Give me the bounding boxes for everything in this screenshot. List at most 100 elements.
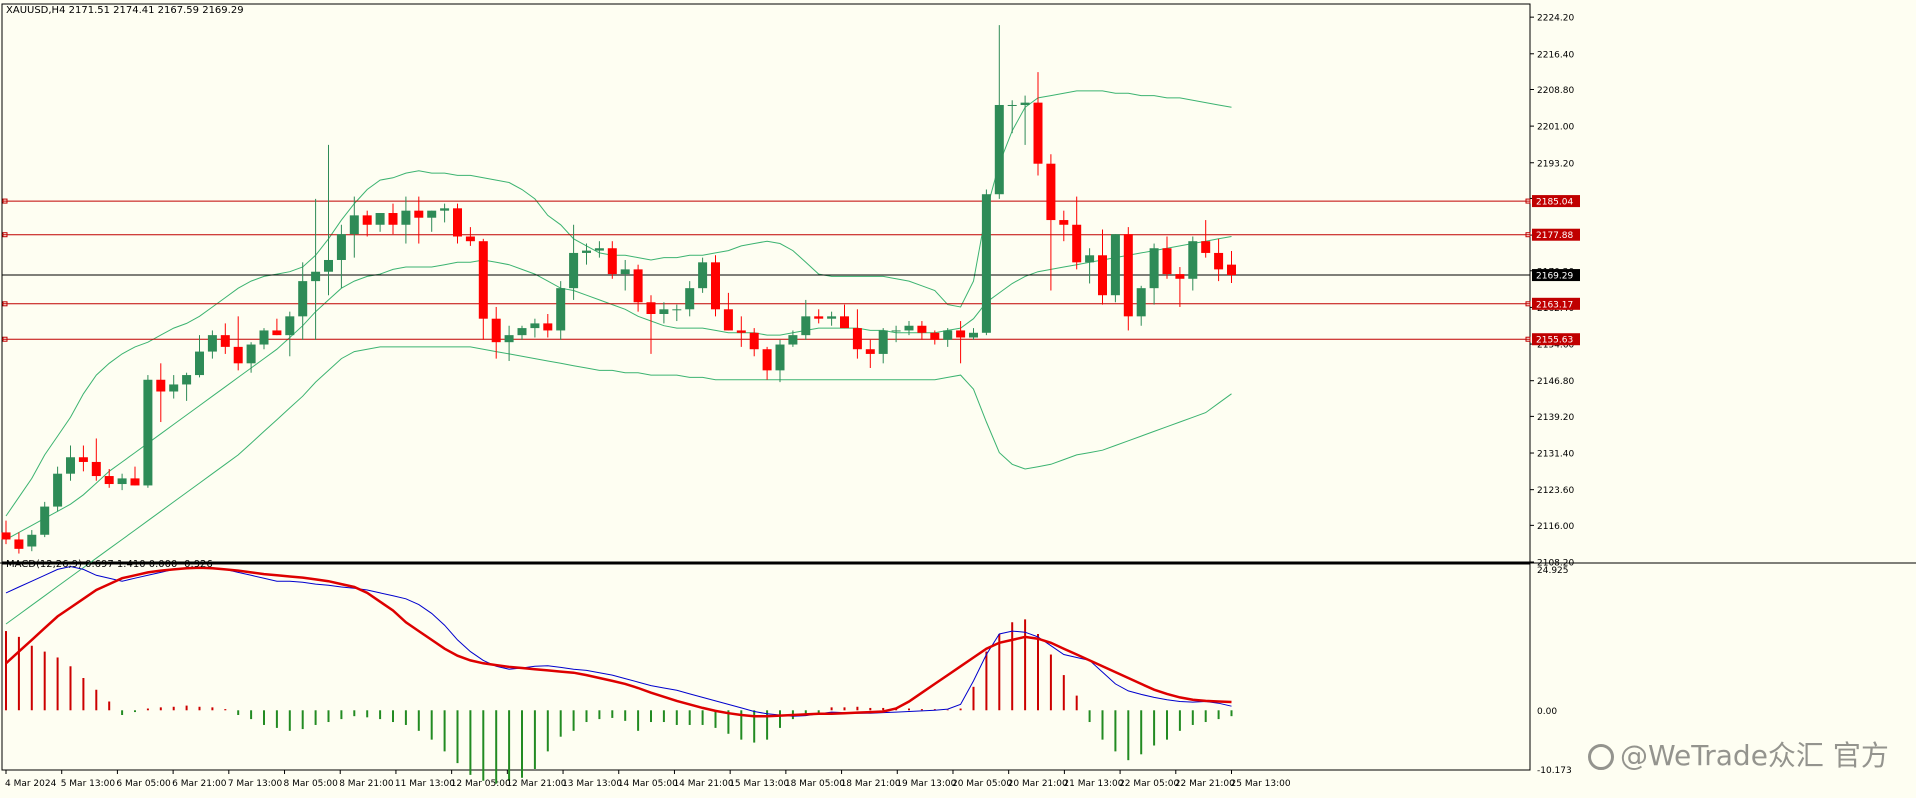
symbol-header: XAUUSD,H4 2171.51 2174.41 2167.59 2169.2… bbox=[6, 5, 244, 16]
bear-candle-body bbox=[711, 262, 720, 310]
bear-candle-body bbox=[1059, 220, 1069, 225]
price-axis-label: 2224.20 bbox=[1537, 14, 1574, 24]
bear-candle-body bbox=[917, 325, 927, 333]
bull-candle-body bbox=[1110, 234, 1120, 296]
bear-candle-body bbox=[633, 269, 643, 303]
bull-candle-body bbox=[969, 332, 978, 338]
wetrade-logo-icon bbox=[1588, 744, 1614, 770]
bull-candle-body bbox=[827, 316, 837, 319]
bull-candle-body bbox=[182, 375, 192, 385]
time-axis-label: 11 Mar 13:00 bbox=[395, 779, 455, 789]
time-axis-label: 7 Mar 13:00 bbox=[228, 779, 283, 789]
bull-candle-body bbox=[981, 194, 991, 333]
bull-candle-body bbox=[169, 384, 179, 392]
bull-candle-body bbox=[375, 213, 385, 225]
time-axis-label: 8 Mar 05:00 bbox=[284, 779, 339, 789]
macd-axis-label: -10.173 bbox=[1537, 766, 1572, 776]
bear-candle-body bbox=[1201, 241, 1211, 253]
bull-candle-body bbox=[1136, 288, 1146, 317]
bear-candle-body bbox=[130, 478, 140, 486]
time-axis-label: 12 Mar 05:00 bbox=[451, 779, 511, 789]
bull-candle-body bbox=[556, 288, 566, 331]
time-axis-label: 4 Mar 2024 bbox=[5, 779, 57, 789]
bear-candle-body bbox=[543, 323, 553, 331]
bear-candle-body bbox=[1175, 274, 1185, 279]
macd-axis-label: 24.925 bbox=[1537, 566, 1569, 576]
bear-candle-body bbox=[865, 349, 875, 354]
level-price-label: 2177.88 bbox=[1536, 231, 1573, 241]
bull-candle-body bbox=[1149, 248, 1159, 289]
price-axis-label: 2193.20 bbox=[1537, 159, 1574, 169]
bear-candle-body bbox=[930, 332, 940, 340]
bull-candle-body bbox=[66, 457, 75, 474]
macd-header: MACD(12,26,9) 0.697 1.410 0.000 -0.926 bbox=[6, 559, 213, 570]
current-price-label: 2169.29 bbox=[1536, 272, 1573, 282]
bear-candle-body bbox=[814, 316, 824, 319]
time-axis-label: 18 Mar 05:00 bbox=[785, 779, 845, 789]
bull-candle-body bbox=[1188, 241, 1198, 279]
bear-candle-body bbox=[91, 461, 101, 477]
bull-candle-body bbox=[891, 330, 901, 332]
price-axis-label: 2123.60 bbox=[1537, 486, 1574, 496]
bear-candle-body bbox=[1162, 248, 1172, 275]
bear-candle-body bbox=[478, 241, 488, 319]
bull-candle-body bbox=[904, 325, 914, 331]
time-axis-label: 14 Mar 21:00 bbox=[673, 779, 733, 789]
bull-candle-body bbox=[504, 335, 514, 343]
price-axis-label: 2146.80 bbox=[1537, 377, 1574, 387]
bull-candle-body bbox=[401, 210, 411, 225]
time-axis-label: 14 Mar 05:00 bbox=[618, 779, 678, 789]
bull-candle-body bbox=[672, 309, 682, 311]
bull-candle-body bbox=[53, 473, 63, 507]
bull-candle-body bbox=[40, 506, 50, 535]
bull-candle-body bbox=[1007, 104, 1017, 106]
bear-candle-body bbox=[1072, 224, 1082, 263]
bull-candle-body bbox=[1020, 102, 1030, 105]
time-axis-label: 22 Mar 21:00 bbox=[1175, 779, 1235, 789]
chart-window: 2224.20 2216.40 2208.80 2201.00 2193.20 2185.… bbox=[0, 0, 1916, 798]
bull-candle-body bbox=[336, 234, 346, 260]
bull-candle-body bbox=[594, 248, 604, 251]
time-axis-label: 5 Mar 13:00 bbox=[61, 779, 116, 789]
time-axis-label: 15 Mar 13:00 bbox=[729, 779, 789, 789]
bull-candle-body bbox=[801, 316, 811, 336]
price-axis-label: 2208.80 bbox=[1537, 86, 1574, 96]
time-axis-label: 25 Mar 13:00 bbox=[1231, 779, 1291, 789]
bull-candle-body bbox=[440, 208, 450, 211]
bull-candle-body bbox=[788, 335, 798, 345]
macd-axis-label: 0.00 bbox=[1537, 707, 1557, 717]
bull-candle-body bbox=[117, 478, 127, 485]
bear-candle-body bbox=[104, 476, 114, 485]
bull-candle-body bbox=[685, 288, 695, 310]
bear-candle-body bbox=[1046, 163, 1056, 221]
level-price-label: 2155.63 bbox=[1536, 336, 1573, 346]
bear-candle-body bbox=[1227, 264, 1236, 276]
watermark-text: @WeTrade众汇 官方 bbox=[1620, 739, 1889, 772]
bear-candle-body bbox=[607, 248, 617, 275]
bull-candle-body bbox=[143, 379, 153, 486]
bear-candle-body bbox=[646, 302, 656, 314]
price-axis-label: 2201.00 bbox=[1537, 123, 1574, 133]
bear-candle-body bbox=[491, 318, 501, 343]
price-axis-label: 2216.40 bbox=[1537, 50, 1574, 60]
time-axis-label: 18 Mar 21:00 bbox=[841, 779, 901, 789]
bear-candle-body bbox=[362, 215, 372, 225]
time-axis-label: 22 Mar 05:00 bbox=[1119, 779, 1179, 789]
bull-candle-body bbox=[659, 309, 669, 314]
bear-candle-body bbox=[1123, 234, 1133, 317]
bull-candle-body bbox=[311, 271, 321, 282]
bear-candle-body bbox=[1214, 252, 1224, 270]
bear-candle-body bbox=[749, 332, 759, 350]
bear-candle-body bbox=[1, 532, 11, 540]
bull-candle-body bbox=[285, 316, 295, 336]
bear-candle-body bbox=[465, 236, 475, 242]
time-axis-label: 20 Mar 05:00 bbox=[952, 779, 1012, 789]
bull-candle-body bbox=[517, 328, 527, 336]
time-axis-label: 6 Mar 05:00 bbox=[116, 779, 171, 789]
bear-candle-body bbox=[956, 330, 966, 338]
time-axis-label: 12 Mar 21:00 bbox=[506, 779, 566, 789]
bull-candle-body bbox=[259, 330, 269, 345]
price-axis-label: 2139.20 bbox=[1537, 413, 1574, 423]
level-price-label: 2163.17 bbox=[1536, 300, 1573, 310]
bull-candle-body bbox=[569, 252, 579, 289]
